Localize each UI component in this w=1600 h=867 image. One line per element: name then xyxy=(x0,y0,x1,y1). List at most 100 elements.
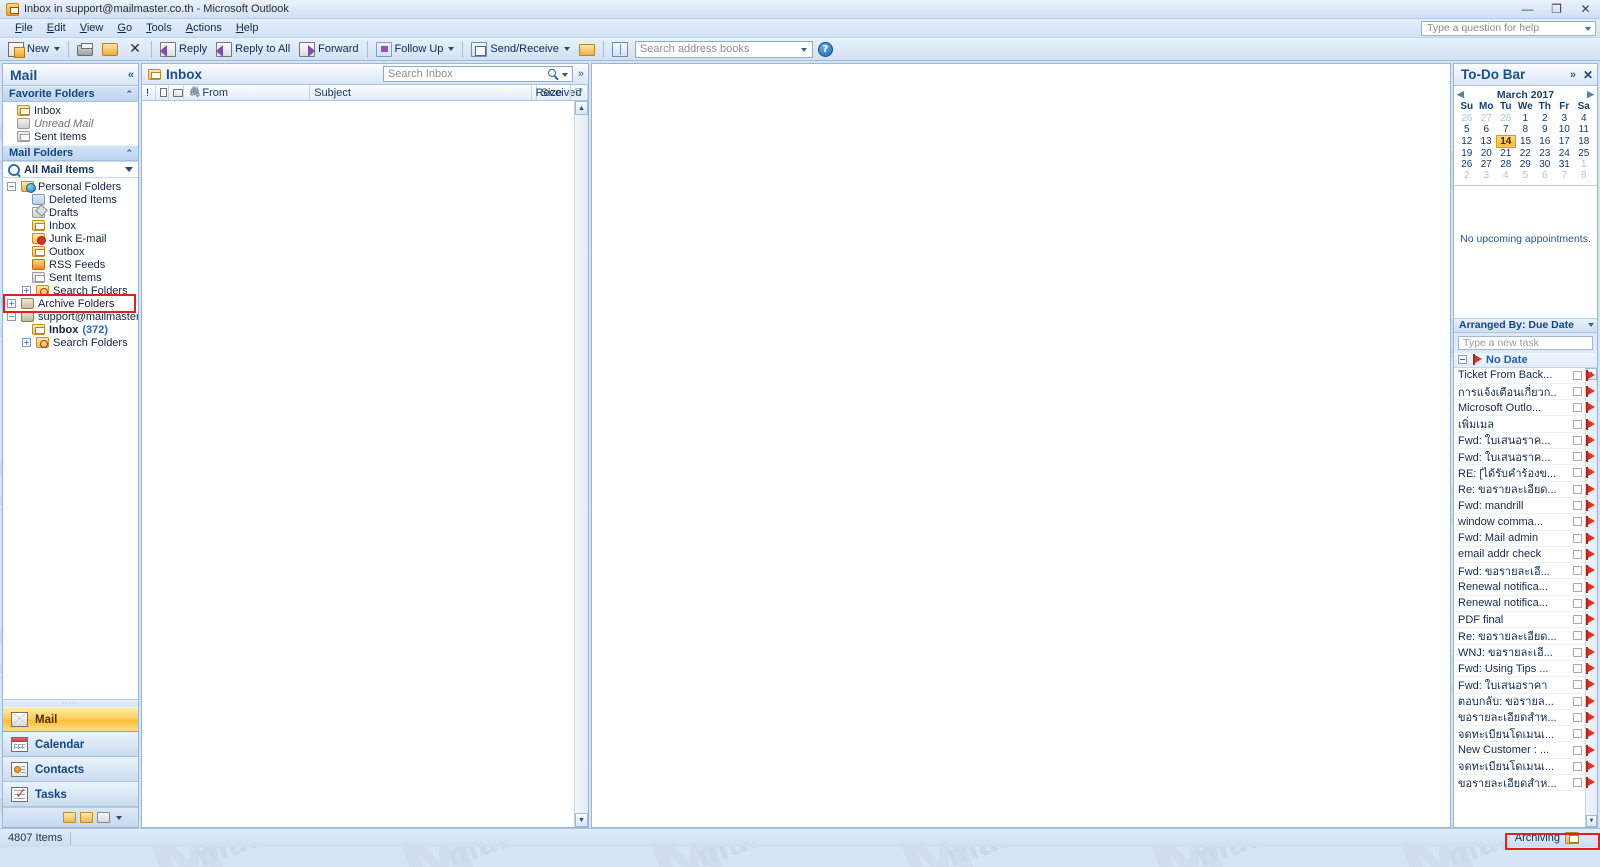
task-complete-checkbox[interactable] xyxy=(1573,664,1582,674)
calendar-day[interactable]: 3 xyxy=(1555,112,1575,124)
delete-button[interactable]: ✕ xyxy=(123,39,147,59)
forward-button[interactable]: Forward xyxy=(295,39,362,59)
column-importance[interactable]: ! xyxy=(142,85,156,100)
calendar-day[interactable]: 2 xyxy=(1535,112,1555,124)
calendar-day[interactable]: 16 xyxy=(1535,135,1555,147)
module-button-mail[interactable]: Mail xyxy=(3,707,138,732)
task-complete-checkbox[interactable] xyxy=(1573,484,1582,494)
shortcuts-icon[interactable] xyxy=(97,812,110,823)
calendar-day[interactable]: 6 xyxy=(1535,170,1555,181)
help-search-input[interactable]: Type a question for help xyxy=(1421,20,1596,36)
flag-icon[interactable] xyxy=(1585,434,1595,446)
send-receive-button[interactable]: Send/Receive xyxy=(467,39,574,59)
calendar-day[interactable]: 27 xyxy=(1477,112,1497,124)
folder-tree-item[interactable]: RSS Feeds xyxy=(3,258,138,271)
calendar-day[interactable]: 7 xyxy=(1555,170,1575,181)
module-button-contacts[interactable]: Contacts xyxy=(3,757,138,782)
task-item[interactable]: Fwd: mandrill xyxy=(1454,498,1597,515)
chevron-left-icon[interactable]: ◀ xyxy=(1457,89,1464,100)
chevron-down-icon[interactable] xyxy=(563,47,570,51)
main-toolbar[interactable]: New ✕ Reply Reply to All Forward Follow … xyxy=(0,38,1600,61)
menu-bar[interactable]: File Edit View Go Tools Actions Help Typ… xyxy=(0,19,1600,38)
task-complete-checkbox[interactable] xyxy=(1573,778,1582,788)
calendar-day[interactable]: 26 xyxy=(1457,159,1477,170)
calendar-day[interactable]: 8 xyxy=(1574,170,1594,181)
task-item[interactable]: ตอบกลับ: ขอรายล... xyxy=(1454,694,1597,710)
column-size[interactable]: Size xyxy=(537,85,571,100)
task-item[interactable]: Fwd: ใบเสนอราค... xyxy=(1454,449,1597,466)
help-button[interactable]: ? xyxy=(814,39,837,59)
flag-icon[interactable] xyxy=(1585,760,1595,772)
collapse-icon[interactable]: − xyxy=(7,312,16,321)
task-item[interactable]: Microsoft Outlo... xyxy=(1454,400,1597,417)
flag-icon[interactable] xyxy=(1585,565,1595,577)
flag-icon[interactable] xyxy=(1585,369,1595,381)
flag-icon[interactable] xyxy=(1585,744,1595,756)
close-icon[interactable]: ✕ xyxy=(1583,68,1593,82)
address-book-search-input[interactable]: Search address books xyxy=(634,40,813,58)
search-icon[interactable] xyxy=(547,69,556,77)
calendar-day[interactable]: 13 xyxy=(1477,135,1497,147)
chevron-right-icon[interactable]: ▶ xyxy=(1587,89,1594,100)
calendar-day[interactable]: 22 xyxy=(1516,147,1536,159)
calendar-day[interactable]: 7 xyxy=(1496,124,1516,136)
chevron-double-right-icon[interactable]: » xyxy=(578,68,586,80)
task-complete-checkbox[interactable] xyxy=(1573,387,1582,396)
mini-calendar[interactable]: Su Mo Tu We Th Fr Sa 26 27 28 1 2 3 4 5 6 7 8 9 10 11 12 13 14… xyxy=(1457,101,1594,182)
calendar-day[interactable]: 17 xyxy=(1555,135,1575,147)
folder-tree-item[interactable]: Drafts xyxy=(3,206,138,219)
flag-icon[interactable] xyxy=(1585,467,1595,479)
column-attachment[interactable]: 🖇 xyxy=(184,85,201,100)
calendar-day[interactable]: 30 xyxy=(1535,159,1555,170)
menu-item-tools[interactable]: Tools xyxy=(139,20,179,36)
chevron-down-icon[interactable] xyxy=(800,47,807,52)
search-inbox-input[interactable]: Search Inbox xyxy=(382,66,573,82)
chevron-double-right-icon[interactable]: » xyxy=(1570,69,1576,81)
task-complete-checkbox[interactable] xyxy=(1573,680,1582,690)
message-list-scrollbar[interactable]: ▲ ▼ xyxy=(574,101,588,827)
task-group-header[interactable]: − No Date xyxy=(1454,352,1597,368)
open-folder-button[interactable] xyxy=(575,39,599,59)
close-icon[interactable]: ✕ xyxy=(1571,0,1600,18)
task-item[interactable]: Fwd: ใบเสนอราค... xyxy=(1454,433,1597,450)
task-item[interactable]: เพิ่มเมล xyxy=(1454,416,1597,433)
favorite-folder-item[interactable]: Sent Items xyxy=(3,130,138,143)
chevron-up-icon[interactable]: ⌃ xyxy=(125,89,133,100)
chevron-down-icon[interactable] xyxy=(448,47,455,51)
task-item[interactable]: Fwd: ขอรายละเอี... xyxy=(1454,563,1597,580)
module-button-tasks[interactable]: Tasks xyxy=(3,782,138,807)
task-complete-checkbox[interactable] xyxy=(1573,403,1582,413)
flag-icon[interactable] xyxy=(1585,630,1595,642)
collapse-icon[interactable]: − xyxy=(7,182,16,191)
expand-icon[interactable]: + xyxy=(22,338,31,347)
task-complete-checkbox[interactable] xyxy=(1573,566,1582,576)
folder-tree-item[interactable]: Sent Items xyxy=(3,271,138,284)
restore-icon[interactable]: ❐ xyxy=(1542,0,1571,18)
task-item[interactable]: email addr check xyxy=(1454,547,1597,564)
task-complete-checkbox[interactable] xyxy=(1573,712,1582,722)
task-item[interactable]: Ticket From Back... xyxy=(1454,368,1597,384)
expand-icon[interactable]: + xyxy=(22,286,31,295)
flag-icon[interactable] xyxy=(1585,532,1595,544)
column-from[interactable]: From xyxy=(198,85,311,100)
flag-icon[interactable] xyxy=(1585,614,1595,626)
print-button[interactable] xyxy=(73,39,97,59)
menu-item-help[interactable]: Help xyxy=(229,20,266,36)
task-item[interactable]: Re: ขอรายละเอียด... xyxy=(1454,628,1597,645)
menu-item-file[interactable]: File xyxy=(8,20,40,36)
column-icon[interactable] xyxy=(169,85,185,100)
calendar-day[interactable]: 21 xyxy=(1496,147,1516,159)
menu-item-go[interactable]: Go xyxy=(110,20,139,36)
task-complete-checkbox[interactable] xyxy=(1573,615,1582,625)
folder-tree-item[interactable]: Inbox (372) xyxy=(3,323,138,336)
reply-button[interactable]: Reply xyxy=(156,39,211,59)
calendar-day[interactable]: 27 xyxy=(1477,159,1497,170)
folder-tree-item[interactable]: + Archive Folders xyxy=(3,297,138,310)
task-complete-checkbox[interactable] xyxy=(1573,370,1582,380)
favorite-folders-header[interactable]: Favorite Folders ⌃ xyxy=(3,86,138,102)
column-subject[interactable]: Subject xyxy=(310,85,532,100)
calendar-day[interactable]: 2 xyxy=(1457,170,1477,181)
folder-tree-item[interactable]: − Personal Folders xyxy=(3,180,138,193)
folder-tree-item[interactable]: Inbox xyxy=(3,219,138,232)
task-complete-checkbox[interactable] xyxy=(1573,696,1582,706)
